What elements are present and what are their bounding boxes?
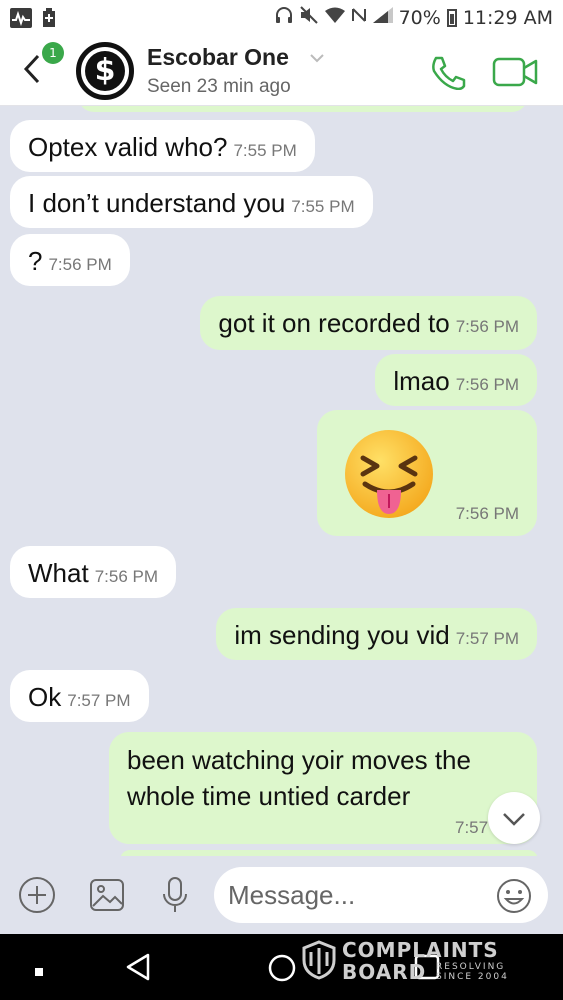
image-icon[interactable]	[88, 876, 126, 914]
last-seen: Seen 23 min ago	[147, 76, 291, 97]
emoji-icon[interactable]	[496, 878, 532, 914]
unread-badge: 1	[42, 42, 64, 64]
message-bubble[interactable]: I don’t understand you 7:55 PM	[10, 176, 373, 228]
wifi-icon	[324, 7, 345, 28]
message-bubble[interactable]: What 7:56 PM	[10, 546, 176, 598]
message-text: im sending you vid	[234, 620, 450, 650]
back-button[interactable]	[22, 52, 42, 92]
battery-percent: 70%	[398, 6, 441, 29]
back-icon[interactable]	[124, 952, 152, 986]
message-bubble[interactable]: Ok 7:57 PM	[10, 670, 149, 722]
status-bar: 70% 11:29 AM	[0, 0, 563, 38]
mute-icon	[299, 6, 319, 29]
message-time: 7:55 PM	[233, 141, 297, 160]
chat-area[interactable]: Optex valid who? 7:55 PM I don’t understa…	[0, 106, 563, 856]
message-time: 7:55 PM	[291, 197, 355, 216]
message-time: 7:56 PM	[94, 567, 158, 586]
video-icon	[492, 57, 538, 87]
message-text: Optex valid who?	[28, 132, 228, 162]
message-time: 7:56 PM	[455, 375, 519, 394]
watermark: COMPLAINTS BOARD RESOLVING SINCE 2004	[302, 938, 522, 988]
watermark-line1: COMPLAINTS	[342, 938, 499, 962]
message-time: 7:56 PM	[48, 255, 112, 274]
message-text-line: whole time untied carder	[127, 781, 411, 811]
message-text: What	[28, 558, 89, 588]
message-text: ?	[28, 246, 43, 276]
shield-icon	[302, 940, 336, 980]
message-bubble[interactable]: been watching yoir moves the whole time …	[109, 732, 537, 844]
recent-apps-icon[interactable]	[34, 962, 44, 981]
message-text-line: been watching yoir moves the	[127, 745, 471, 775]
emoji-message-bubble[interactable]: 7:56 PM	[317, 410, 537, 536]
scroll-to-bottom-button[interactable]	[488, 792, 540, 844]
watermark-tagline-1: RESOLVING	[436, 962, 506, 972]
home-icon[interactable]	[268, 954, 296, 986]
chevron-down-icon	[503, 813, 525, 826]
watermark-tagline-2: SINCE 2004	[436, 972, 509, 982]
partial-bubble	[78, 106, 528, 112]
signal-icon	[372, 7, 393, 28]
contact-name[interactable]: Escobar One	[147, 44, 289, 71]
message-bubble[interactable]: im sending you vid 7:57 PM	[216, 608, 537, 660]
message-time: 7:56 PM	[455, 317, 519, 336]
video-call-button[interactable]	[492, 56, 538, 88]
headphones-icon	[275, 6, 293, 29]
tongue-out-emoji-icon	[345, 430, 433, 518]
watermark-tagline: RESOLVING SINCE 2004	[436, 962, 509, 982]
status-right: 70% 11:29 AM	[275, 6, 553, 29]
battery-icon	[446, 8, 457, 27]
activity-icon	[10, 8, 32, 28]
message-bubble[interactable]: Optex valid who? 7:55 PM	[10, 120, 315, 172]
chevron-down-icon[interactable]	[310, 48, 324, 67]
composer	[0, 856, 563, 934]
message-time: 7:57 PM	[455, 629, 519, 648]
message-time: 7:57 PM	[67, 691, 131, 710]
clock: 11:29 AM	[462, 6, 553, 29]
nfc-icon	[351, 7, 367, 28]
dollar-icon: $	[85, 51, 125, 91]
status-left-icons	[10, 8, 56, 28]
chat-header: 1 $ Escobar One Seen 23 min ago	[0, 38, 563, 106]
message-time: 7:56 PM	[455, 504, 519, 523]
message-time: 7:57	[455, 818, 489, 837]
message-bubble[interactable]: ? 7:56 PM	[10, 234, 130, 286]
message-text: lmao	[393, 366, 450, 396]
call-button[interactable]	[428, 54, 466, 91]
message-text: Ok	[28, 682, 62, 712]
message-bubble[interactable]: lmao 7:56 PM	[375, 354, 537, 406]
phone-icon	[432, 56, 466, 91]
watermark-line2: BOARD	[342, 960, 427, 984]
avatar[interactable]: $	[76, 42, 134, 100]
message-text: got it on recorded to	[218, 308, 450, 338]
plus-icon[interactable]	[18, 876, 56, 914]
microphone-icon[interactable]	[156, 876, 194, 914]
battery-saver-icon	[42, 8, 56, 28]
message-text: I don’t understand you	[28, 188, 286, 218]
message-bubble[interactable]: got it on recorded to 7:56 PM	[200, 296, 537, 350]
